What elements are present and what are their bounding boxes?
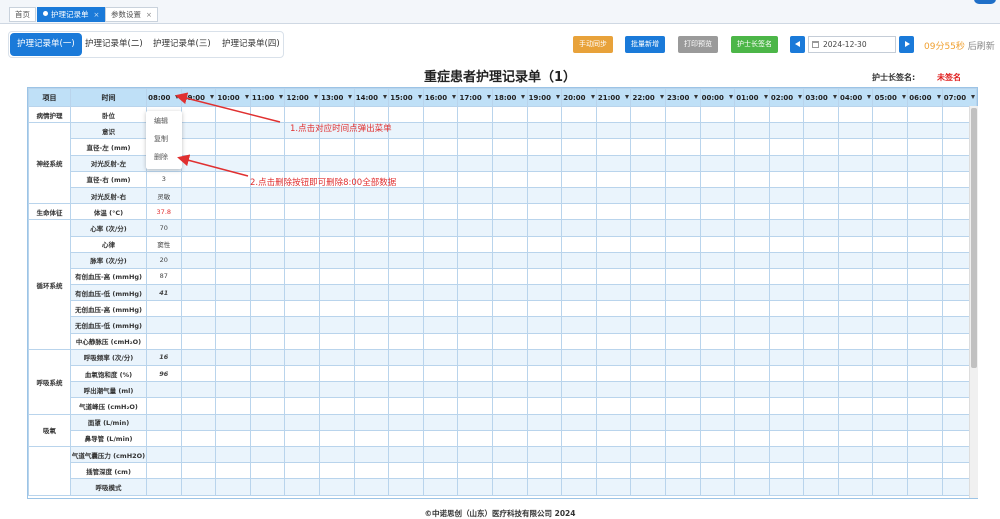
footer-copyright: ©中诺思创（山东）医疗科技有限公司 2024 [424,509,576,518]
arrow-step1 [175,92,281,123]
annotation-step1: 1.点击对应时间点弹出菜单 [290,124,392,134]
annotation-arrows [175,92,281,177]
annotation-step2: 2.点击删除按钮即可删除8:00全部数据 [250,178,397,188]
arrow-step2 [177,154,249,177]
